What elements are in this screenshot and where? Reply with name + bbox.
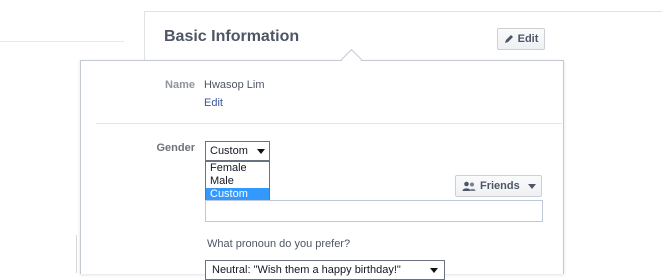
name-value: Hwasop Lim (204, 79, 265, 91)
dropdown-arrow-icon (430, 267, 438, 273)
audience-label: Friends (480, 180, 520, 192)
gender-option-male[interactable]: Male (206, 175, 269, 188)
name-label: Name (165, 79, 195, 91)
row-divider (96, 123, 562, 124)
name-edit-link[interactable]: Edit (204, 97, 223, 109)
edit-button[interactable]: Edit (497, 28, 545, 50)
custom-gender-input[interactable] (205, 200, 543, 222)
audience-selector-button[interactable]: Friends (455, 175, 542, 197)
pencil-icon (504, 35, 513, 43)
gender-selected-value: Custom (210, 145, 248, 157)
gender-option-female[interactable]: Female (206, 162, 269, 175)
edit-button-label: Edit (517, 33, 539, 45)
background-border (76, 235, 77, 273)
gender-select[interactable]: Custom (205, 141, 270, 161)
chevron-down-icon (527, 183, 536, 189)
people-icon (462, 181, 476, 191)
pronoun-selected-value: Neutral: "Wish them a happy birthday!" (212, 264, 401, 276)
section-title: Basic Information (164, 28, 300, 45)
background-divider (0, 41, 124, 42)
gender-dropdown-list: Female Male Custom (205, 161, 270, 202)
gender-label: Gender (156, 142, 195, 154)
pronoun-question: What pronoun do you prefer? (207, 238, 351, 250)
dropdown-arrow-icon (257, 148, 265, 154)
pronoun-select[interactable]: Neutral: "Wish them a happy birthday!" (205, 260, 445, 280)
